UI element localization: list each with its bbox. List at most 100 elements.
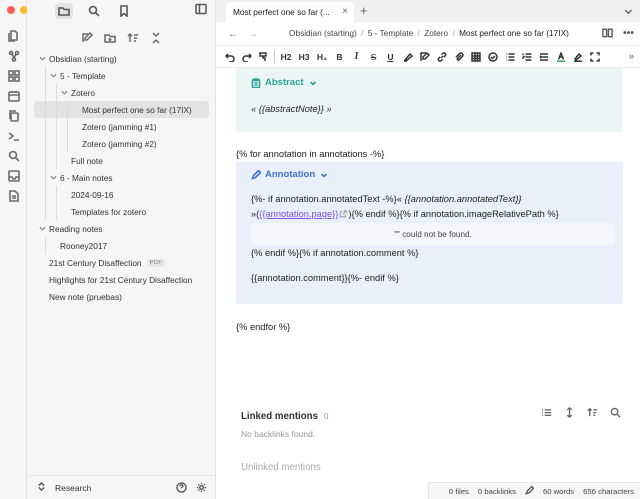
chevron-down-icon	[48, 173, 58, 183]
new-tab-button[interactable]: +	[360, 3, 368, 18]
list-view-icon[interactable]	[541, 407, 552, 421]
close-window-button[interactable]	[7, 6, 15, 14]
tree-guide	[56, 186, 57, 220]
inbox-icon[interactable]	[5, 168, 22, 184]
tree-file-new-note-pruebas[interactable]: New note (pruebas)	[27, 288, 216, 305]
annotation-line-4: {{annotation.comment}}{%- endif %}	[251, 273, 399, 283]
sort-icon[interactable]	[126, 32, 139, 44]
file-tree: Obsidian (starting) 5 - Template Zotero …	[27, 50, 216, 305]
status-backlinks[interactable]: 0 backlinks	[478, 487, 516, 496]
chevron-down-icon	[59, 88, 69, 98]
breadcrumb-item[interactable]: Zotero	[424, 28, 448, 38]
breadcrumb-current[interactable]: Most perfect one so far (17IX)	[459, 28, 569, 38]
tree-item-label: 2024-09-16	[71, 189, 114, 200]
heading-3-button[interactable]: H3	[297, 50, 311, 64]
reading-view-icon[interactable]	[602, 27, 613, 41]
terminal-icon[interactable]	[5, 128, 22, 144]
new-note-icon[interactable]	[81, 32, 93, 44]
link-icon[interactable]	[435, 50, 448, 64]
sidebar-toggle-icon[interactable]	[195, 3, 207, 18]
endfor-line: {% endfor %}	[236, 322, 291, 332]
tree-folder-6-main-notes[interactable]: 6 - Main notes	[27, 169, 216, 186]
copy-icon[interactable]	[5, 108, 22, 124]
breadcrumb-separator: /	[361, 28, 364, 38]
tree-item-label: 6 - Main notes	[60, 172, 113, 183]
forward-button[interactable]: →	[248, 29, 258, 40]
undo-icon[interactable]	[223, 50, 236, 64]
calendar-icon[interactable]	[5, 88, 22, 104]
tree-item-label: Full note	[71, 155, 103, 166]
sort-icon[interactable]	[587, 407, 598, 421]
note-content[interactable]: Abstract « {{abstractNote}} » {% for ann…	[216, 68, 640, 393]
files-icon[interactable]	[5, 28, 22, 44]
blocks-icon[interactable]	[5, 68, 22, 84]
italic-button[interactable]: I	[350, 50, 363, 64]
close-tab-icon[interactable]: ×	[342, 7, 348, 17]
breadcrumb-item[interactable]: 5 - Template	[368, 28, 414, 38]
tree-file-21st-century-disaffection[interactable]: 21st Century Disaffection PDF	[27, 254, 216, 271]
abstract-template-text: « {{abstractNote}} »	[251, 104, 332, 114]
explorer-toolbar	[27, 25, 215, 51]
tree-folder-5-template[interactable]: 5 - Template	[27, 67, 216, 84]
help-icon[interactable]	[176, 482, 187, 496]
tree-folder-reading-notes[interactable]: Reading notes	[27, 220, 216, 237]
graph-icon[interactable]	[5, 48, 22, 64]
vault-name[interactable]: Research	[55, 483, 91, 493]
collapse-all-icon[interactable]	[150, 32, 162, 44]
redo-icon[interactable]	[240, 50, 253, 64]
background-color-icon[interactable]	[571, 50, 584, 64]
abstract-callout-title[interactable]: Abstract	[251, 77, 318, 88]
unlinked-mentions-title[interactable]: Unlinked mentions	[241, 462, 321, 473]
more-options-icon[interactable]	[623, 27, 634, 41]
new-folder-icon[interactable]	[103, 32, 116, 44]
text-color-icon[interactable]	[554, 50, 567, 64]
strikethrough-button[interactable]: S	[367, 50, 380, 64]
linked-mentions-title[interactable]: Linked mentions	[241, 411, 318, 422]
search-icon[interactable]	[610, 407, 621, 421]
annotation-callout-title[interactable]: Annotation	[251, 169, 329, 180]
back-button[interactable]: ←	[228, 29, 238, 40]
heading-2-button[interactable]: H2	[279, 50, 293, 64]
format-painter-icon[interactable]	[257, 50, 270, 64]
numbered-list-icon[interactable]	[520, 50, 533, 64]
tab-bar: Most perfect one so far (... × +	[216, 0, 640, 22]
checkbox-icon[interactable]	[486, 50, 499, 64]
view-header: ← → Obsidian (starting) / 5 - Template /…	[216, 22, 640, 46]
gear-icon[interactable]	[196, 482, 207, 496]
breadcrumb-item[interactable]: Obsidian (starting)	[289, 28, 357, 38]
folder-icon[interactable]	[55, 3, 73, 19]
no-backlinks-text: No backlinks found.	[241, 429, 316, 439]
status-character-count: 656 characters	[583, 486, 634, 496]
tab-most-perfect-one[interactable]: Most perfect one so far (... ×	[226, 2, 354, 22]
callout-title-text: Annotation	[265, 169, 316, 180]
underline-button[interactable]: U	[384, 50, 397, 64]
search-icon[interactable]	[85, 3, 103, 19]
tree-file-rooney2017[interactable]: Rooney2017	[27, 237, 216, 254]
external-link-icon	[339, 209, 348, 220]
heading-4-button[interactable]: H₄	[315, 50, 329, 64]
tree-file-most-perfect-one[interactable]: Most perfect one so far (17IX)	[34, 101, 209, 118]
indent-icon[interactable]	[537, 50, 550, 64]
expand-icon[interactable]	[564, 407, 575, 421]
vault-chevron-icon[interactable]	[36, 481, 47, 495]
fullscreen-icon[interactable]	[588, 50, 601, 64]
bullet-list-icon[interactable]	[503, 50, 516, 64]
document-icon[interactable]	[5, 188, 22, 204]
highlight-icon[interactable]	[401, 50, 414, 64]
tree-file-highlights[interactable]: Highlights for 21st Century Disaffection	[27, 271, 216, 288]
table-icon[interactable]	[469, 50, 482, 64]
bold-button[interactable]: B	[333, 50, 346, 64]
edit-icon[interactable]	[418, 50, 431, 64]
tree-item-label: Most perfect one so far (17IX)	[82, 104, 192, 115]
embed-not-found-notice: "" could not be found.	[251, 223, 615, 245]
page-link[interactable]: {{annotation.page}}	[259, 209, 338, 219]
attachment-icon[interactable]	[452, 50, 465, 64]
breadcrumb-separator: /	[452, 28, 455, 38]
chevron-down-icon[interactable]	[624, 5, 633, 19]
search-icon[interactable]	[5, 148, 22, 164]
bookmark-icon[interactable]	[115, 3, 133, 19]
edit-mode-icon[interactable]	[525, 484, 535, 497]
toolbar-overflow-button[interactable]: »	[629, 51, 634, 61]
tree-item-label: Reading notes	[49, 223, 103, 234]
tree-folder-obsidian-starting[interactable]: Obsidian (starting)	[27, 50, 216, 67]
